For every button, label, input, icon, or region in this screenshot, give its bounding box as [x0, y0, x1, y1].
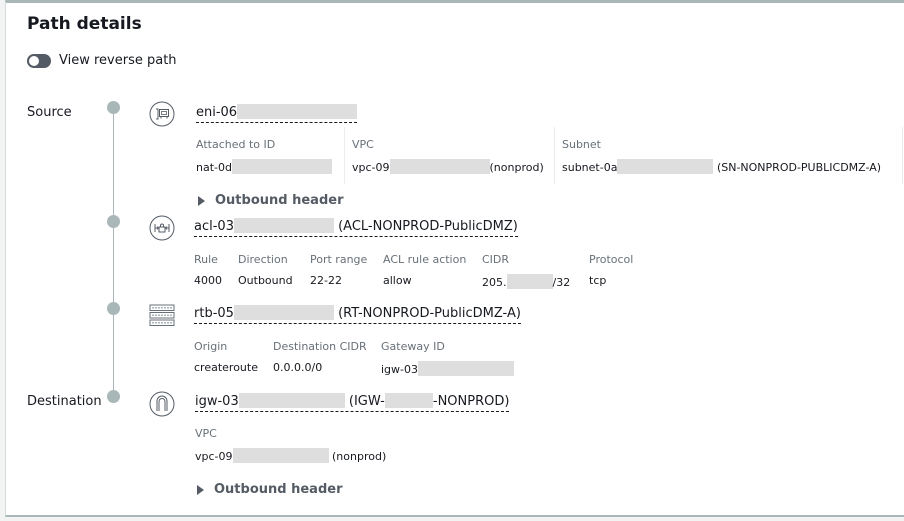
- eni-id: eni-06: [196, 105, 238, 120]
- timeline-dot-acl: [107, 215, 120, 228]
- eni-link[interactable]: eni-06: [196, 104, 358, 123]
- route-table-icon: [149, 304, 175, 326]
- path-details-panel: Path details View reverse path Source De…: [5, 0, 904, 517]
- timeline-line: [113, 108, 114, 398]
- rtb-field-gateway-id: Gateway ID igw-03: [381, 340, 515, 376]
- acl-field-rule: Rule 4000: [194, 253, 222, 287]
- eni-field-vpc: VPC vpc-09 (nonprod): [352, 138, 544, 174]
- acl-field-protocol: Protocol tcp: [589, 253, 634, 287]
- eni-outbound-header-expander[interactable]: Outbound header: [198, 193, 343, 208]
- redacted-block: [237, 104, 358, 119]
- redacted-block: [238, 393, 345, 408]
- eni-field-attached-to: Attached to ID nat-0d: [196, 138, 332, 174]
- internet-gateway-icon: [149, 391, 175, 417]
- redacted-block: [506, 274, 553, 289]
- timeline-dot-source: [107, 101, 120, 114]
- timeline-dot-destination: [107, 390, 120, 403]
- rtb-link[interactable]: rtb-05 (RT-NONPROD-PublicDMZ-A): [194, 305, 521, 324]
- acl-link[interactable]: acl-03 (ACL-NONPROD-PublicDMZ): [194, 218, 518, 237]
- reverse-path-toggle[interactable]: [27, 53, 51, 68]
- caret-right-icon: [198, 195, 205, 206]
- rtb-field-origin: Origin createroute: [194, 340, 258, 374]
- redacted-block: [233, 218, 334, 233]
- igw-outbound-header-expander[interactable]: Outbound header: [197, 482, 342, 497]
- redacted-block: [232, 448, 329, 463]
- gateway-link[interactable]: igw-03: [381, 363, 418, 376]
- vpc-link[interactable]: vpc-09: [195, 450, 233, 463]
- field-separator: [554, 127, 555, 184]
- acl-field-action: ACL rule action allow: [383, 253, 467, 287]
- network-acl-icon: [149, 215, 175, 241]
- destination-label: Destination: [27, 394, 102, 409]
- redacted-block: [384, 393, 433, 408]
- field-separator: [344, 127, 345, 184]
- reverse-path-toggle-row[interactable]: View reverse path: [27, 53, 177, 68]
- vpc-link[interactable]: vpc-09: [352, 161, 390, 174]
- igw-link[interactable]: igw-03 (IGW- -NONPROD): [195, 393, 510, 412]
- caret-right-icon: [197, 484, 204, 495]
- source-label: Source: [27, 105, 72, 120]
- network-interface-icon: [149, 101, 175, 127]
- page-title: Path details: [27, 14, 142, 34]
- acl-field-direction: Direction Outbound: [238, 253, 293, 287]
- redacted-block: [231, 159, 332, 174]
- redacted-block: [389, 159, 490, 174]
- acl-field-port-range: Port range 22-22: [310, 253, 368, 287]
- acl-field-cidr: CIDR 205./32: [482, 253, 571, 289]
- rtb-field-destination-cidr: Destination CIDR 0.0.0.0/0: [273, 340, 367, 374]
- timeline-dot-rtb: [107, 302, 120, 315]
- field-separator: [902, 127, 903, 184]
- reverse-path-label: View reverse path: [59, 53, 177, 68]
- eni-field-subnet: Subnet subnet-0a (SN-NONPROD-PUBLICDMZ-A…: [562, 138, 882, 174]
- redacted-block: [233, 305, 334, 320]
- subnet-link[interactable]: subnet-0a: [562, 161, 617, 174]
- redacted-block: [617, 159, 714, 174]
- igw-field-vpc: VPC vpc-09 (nonprod): [195, 427, 387, 463]
- redacted-block: [418, 361, 515, 376]
